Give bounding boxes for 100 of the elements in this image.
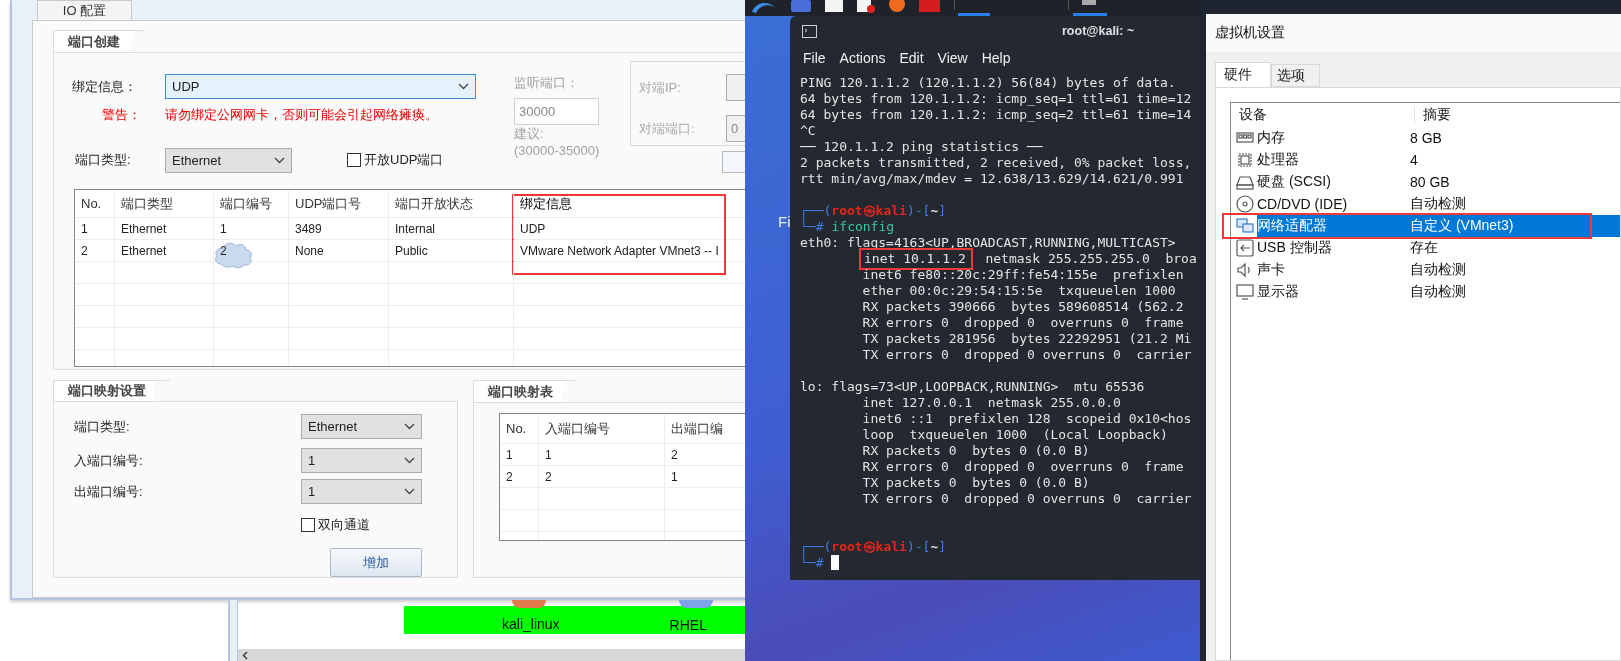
checkbox-label: 开放UDP端口 (364, 151, 444, 169)
io-config-tab[interactable]: IO 配置 (37, 0, 132, 20)
device-row[interactable]: 内存 8 GB (1257, 127, 1620, 149)
table-cell: Ethernet (115, 240, 214, 261)
prompt-bracket: ┌──( (800, 203, 832, 219)
tab[interactable]: 硬件 (1215, 62, 1271, 87)
prompt-mark: └─# (800, 555, 824, 571)
monitor-icon (1236, 283, 1254, 301)
prompt-bracket: ┌──( (800, 539, 832, 555)
column-header[interactable]: 设备 (1231, 106, 1415, 124)
terminal-icon (802, 24, 817, 38)
checkbox[interactable] (301, 517, 315, 532)
column-header[interactable]: No. (500, 414, 539, 443)
terminal-line: 64 bytes from 120.1.1.2: icmp_seq=2 ttl=61 time=14 (800, 107, 1192, 123)
terminal-line: inet6 fe80::20c:29ff:fe54:155e prefixlen (861, 267, 1184, 283)
terminal-line: PING 120.1.1.2 (120.1.1.2) 56(84) bytes of data. (800, 75, 1176, 91)
terminal-line: 2 packets transmitted, 2 received, 0% packet loss, (800, 155, 1192, 171)
group-title: 端口映射表 (473, 380, 577, 402)
prompt-bracket: ] (938, 203, 947, 219)
port-type-select[interactable]: Ethernet (165, 147, 292, 173)
node-label: kali_linux (502, 616, 560, 632)
window-title: root@kali: ~ (1062, 24, 1135, 38)
browser-icon[interactable] (889, 0, 905, 12)
menu-item[interactable]: File (803, 50, 826, 66)
column-header[interactable]: No. (75, 190, 115, 217)
prompt-bracket: )-[ (906, 539, 931, 555)
table-cell: 1 (75, 218, 115, 239)
terminal-line: TX errors 0 dropped 0 overruns 0 carrier (861, 491, 1192, 507)
terminal-line: netmask 255.255.255.0 broa (984, 251, 1197, 267)
prompt-user: root㉿kali (831, 539, 907, 555)
terminal-line: RX errors 0 dropped 0 overruns 0 frame (861, 459, 1184, 475)
prompt-mark: └─# (800, 219, 824, 235)
suggest-label: 建议: (514, 125, 544, 143)
terminal-line: 64 bytes from 120.1.1.2: icmp_seq=1 ttl=61 time=12 (800, 91, 1192, 107)
editor-icon[interactable] (857, 0, 875, 14)
table-cell: Internal (389, 218, 514, 239)
suggest-range: (30000-35000) (514, 143, 600, 158)
menu-item[interactable]: View (937, 50, 968, 66)
prompt-dir: ~ (930, 539, 939, 555)
column-header[interactable]: 端口类型 (115, 190, 214, 217)
column-header[interactable]: 端口编号 (214, 190, 289, 217)
terminal-line: RX packets 390666 bytes 589608514 (562.2 (861, 299, 1184, 315)
device-row[interactable]: 显示器 自动检测 (1257, 281, 1620, 303)
table-cell: 1 (214, 218, 289, 239)
chevron-down-icon (458, 83, 469, 90)
device-row[interactable]: 硬盘 (SCSI) 80 GB (1257, 171, 1620, 193)
prompt-user: root㉿kali (831, 203, 907, 219)
listen-port-label: 监听端口： (514, 74, 579, 92)
terminal-line: inet 127.0.0.1 netmask 255.0.0.0 (861, 395, 1121, 411)
tab[interactable]: 选项 (1271, 64, 1320, 87)
checkbox-label: 双向通道 (318, 515, 370, 534)
prompt-bracket: ] (938, 539, 947, 555)
table-cell: Ethernet (115, 218, 214, 239)
node-shape (679, 600, 713, 608)
device-row[interactable]: CD/DVD (IDE) 自动检测 (1257, 193, 1620, 215)
column-header[interactable]: 入端口编号 (539, 414, 665, 443)
add-button[interactable]: 增加 (330, 548, 422, 577)
chevron-down-icon (274, 156, 285, 164)
table-cell: 2 (539, 466, 665, 487)
prompt-dir: ~ (930, 203, 939, 219)
desktop-icon-label[interactable]: Fi (778, 213, 791, 230)
listen-port-field[interactable]: 30000 (514, 98, 599, 125)
device-row[interactable]: 网络适配器 自定义 (VMnet3) (1257, 215, 1620, 237)
node-shape (512, 600, 546, 608)
warning-label: 警告： (101, 106, 142, 124)
peer-port-label: 对端端口: (639, 119, 696, 138)
column-header[interactable]: UDP端口号 (289, 190, 389, 217)
chevron-down-icon (404, 457, 415, 464)
terminal-line: lo: flags=73<UP,LOOPBACK,RUNNING> mtu 65536 (800, 379, 1145, 395)
menu-item[interactable]: Edit (899, 50, 924, 66)
port-select[interactable]: 1 (301, 479, 422, 504)
device-row[interactable]: USB 控制器 存在 (1257, 237, 1620, 259)
terminal-line: ether 00:0c:29:54:15:5e txqueuelen 1000 (861, 283, 1176, 299)
disc-icon (1236, 195, 1254, 213)
group-title: 端口创建 (53, 30, 144, 52)
scroll-left-icon[interactable] (242, 650, 248, 660)
terminal-line: TX packets 281956 bytes 22292951 (21.2 Mi (861, 331, 1192, 347)
group-title: 端口映射设置 (53, 380, 170, 401)
terminal-line: TX errors 0 dropped 0 overruns 0 carrier (861, 347, 1192, 363)
bind-label: 绑定信息： (72, 78, 138, 96)
column-header[interactable]: 端口开放状态 (389, 190, 514, 217)
device-row[interactable]: 声卡 自动检测 (1257, 259, 1620, 281)
bind-select[interactable]: UDP (165, 74, 476, 99)
column-header[interactable]: 摘要 (1415, 106, 1615, 124)
scrollbar[interactable] (238, 649, 745, 661)
warning-text: 请勿绑定公网网卡，否则可能会引起网络瘫痪。 (165, 106, 439, 124)
terminal-line: loop txqueuelen 1000 (Local Loopback) (861, 427, 1168, 443)
device-row[interactable]: 处理器 4 (1257, 149, 1620, 171)
menu-item[interactable]: Actions (839, 50, 886, 66)
table-cell: None (289, 240, 389, 261)
field-label: 入端口编号: (74, 451, 144, 470)
terminal-line: RX errors 0 dropped 0 overruns 0 frame (861, 315, 1184, 331)
port-select[interactable]: Ethernet (301, 414, 422, 439)
menu-item[interactable]: Help (981, 50, 1011, 66)
port-select[interactable]: 1 (301, 448, 422, 473)
table-cell: 3489 (289, 218, 389, 239)
hard-drive-icon (1236, 173, 1254, 191)
field-label: 端口类型: (74, 417, 131, 436)
terminal-line: RX packets 0 bytes 0 (0.0 B) (861, 443, 1090, 459)
checkbox[interactable] (347, 153, 361, 167)
